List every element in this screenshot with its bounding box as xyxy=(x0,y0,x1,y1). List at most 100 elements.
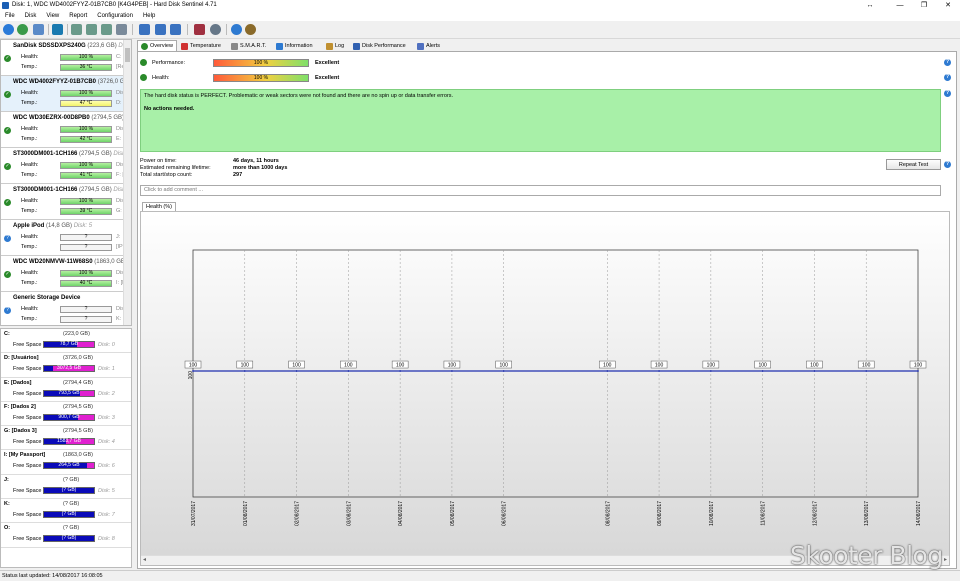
tab-label: Log xyxy=(335,43,345,49)
disk-temp-row: Temp.:41 °CF: [Dados 2] xyxy=(21,171,131,180)
drive-item[interactable]: O: (? GB) Free Space (? GB) Disk: 8 xyxy=(1,523,131,548)
tab-alerts[interactable]: Alerts xyxy=(413,40,444,51)
temp-bar: 41 °C xyxy=(60,172,112,179)
report-icon[interactable] xyxy=(33,24,44,35)
drive-item[interactable]: J: (? GB) Free Space (? GB) Disk: 5 xyxy=(1,475,131,500)
app-icon xyxy=(2,2,9,9)
monitor-icon[interactable] xyxy=(194,24,205,35)
menu-configuration[interactable]: Configuration xyxy=(92,11,138,21)
menu-help[interactable]: Help xyxy=(138,11,160,21)
disk-item[interactable]: WDC WD4002FYYZ-01B7CB0 (3726,0 GB) Disk:… xyxy=(1,76,131,112)
health-label: Health: xyxy=(152,75,170,81)
sync-icon[interactable] xyxy=(155,24,166,35)
free-space-bar: 264,5 GB xyxy=(43,462,95,470)
repeat-test-button[interactable]: Repeat Test xyxy=(886,159,941,170)
disk-temp-row: Temp.:? K: xyxy=(21,315,131,324)
disk-name: WDC WD4002FYYZ-01B7CB0 xyxy=(13,79,97,85)
title-bar: Disk: 1, WDC WD4002FYYZ-01B7CB0 [K4G4PEB… xyxy=(0,0,960,11)
disk-item[interactable]: ST3000DM001-1CH166 (2794,5 GB) Disk: 4✓ H… xyxy=(1,184,131,220)
data-label: 100 xyxy=(810,363,819,369)
tab-temperature[interactable]: Temperature xyxy=(177,40,225,51)
disk-size: (14,8 GB) xyxy=(46,223,73,229)
data-label: 100 xyxy=(500,363,509,369)
disk-size: (2794,5 GB) xyxy=(79,187,112,193)
disk-title: ST3000DM001-1CH166 (2794,5 GB) Disk: 3 xyxy=(13,151,131,157)
disk-test-icon[interactable] xyxy=(71,24,82,35)
disk-temp-row: Temp.:39 °CG: [Dados 3] xyxy=(21,207,131,216)
tab-log[interactable]: Log xyxy=(322,40,348,51)
disk-item[interactable]: WDC WD20NMVW-11W68S0 (1863,0 GB) ✓ Health… xyxy=(1,256,131,292)
x-tick-label: 02/08/2017 xyxy=(295,501,301,526)
disk-item[interactable]: ST3000DM001-1CH166 (2794,5 GB) Disk: 3✓ H… xyxy=(1,148,131,184)
backup-icon[interactable] xyxy=(139,24,150,35)
temp-bar: 42 °C xyxy=(60,136,112,143)
settings-icon[interactable] xyxy=(210,24,221,35)
close-button[interactable]: ✕ xyxy=(936,0,960,11)
minimize-button[interactable]: — xyxy=(888,0,912,11)
comment-input[interactable]: Click to add comment ... xyxy=(140,185,941,196)
disk-test-2-icon[interactable] xyxy=(86,24,97,35)
drive-disk: Disk: 5 xyxy=(98,487,115,494)
scroll-right-icon[interactable]: ▸ xyxy=(944,556,947,565)
tab-smart[interactable]: S.M.A.R.T. xyxy=(227,40,270,51)
drive-item[interactable]: C: (223,0 GB) Free Space 78,7 GB Disk: 0 xyxy=(1,329,131,354)
disk-temp-row: Temp.:?[IPOD DE ...] xyxy=(21,243,131,252)
drive-letter: J: xyxy=(4,476,9,483)
refresh-icon[interactable] xyxy=(3,24,14,35)
restore-button[interactable]: ❐ xyxy=(912,0,936,11)
cloud-icon[interactable] xyxy=(170,24,181,35)
health-bar: 100 % xyxy=(213,74,309,82)
disk-item[interactable]: WDC WD30EZRX-00D8PB0 (2794,5 GB) Disk: 2… xyxy=(1,112,131,148)
drive-item[interactable]: E: [Dados] (2794,4 GB) Free Space 793,5 GB D… xyxy=(1,378,131,402)
help-repeat-icon[interactable]: ? xyxy=(944,161,951,168)
disk-test-3-icon[interactable] xyxy=(101,24,112,35)
disk-name: ST3000DM001-1CH166 xyxy=(13,151,78,157)
free-space-value: 3072,5 GB xyxy=(57,365,81,372)
x-tick-label: 05/08/2017 xyxy=(450,501,456,526)
tab-information[interactable]: Information xyxy=(272,40,317,51)
data-point xyxy=(813,370,816,372)
data-point xyxy=(709,370,712,372)
window-title: Disk: 1, WDC WD4002FYYZ-01B7CB0 [K4G4PEB… xyxy=(12,2,217,8)
health-bar: 100 % xyxy=(60,90,112,97)
menu-file[interactable]: File xyxy=(0,11,20,21)
info-key: Power on time: xyxy=(140,158,177,164)
tab-disk-performance[interactable]: Disk Performance xyxy=(349,40,410,51)
help-performance-icon[interactable]: ? xyxy=(944,59,951,66)
drive-letter: D: [Usuários] xyxy=(4,355,39,362)
drive-item[interactable]: G: [Dados 3] (2794,5 GB) Free Space 1583,7 … xyxy=(1,426,131,451)
drive-size: (2794,5 GB) xyxy=(63,428,93,435)
disk-item[interactable]: SanDisk SDSSDXPS240G (223,6 GB) Disk: 0✓… xyxy=(1,40,131,76)
scrollbar-thumb[interactable] xyxy=(125,48,130,62)
rescan-icon[interactable] xyxy=(17,24,28,35)
free-space-value: 1583,7 GB xyxy=(57,438,81,445)
surface-test-icon[interactable] xyxy=(52,24,63,35)
drive-item[interactable]: F: [Dados 2] (2794,5 GB) Free Space 900,7 G… xyxy=(1,402,131,427)
temp-bar: 39 °C xyxy=(60,208,112,215)
menu-report[interactable]: Report xyxy=(64,11,92,21)
extra-icon[interactable]: ↔ xyxy=(858,0,882,11)
help-icon[interactable] xyxy=(231,24,242,35)
scroll-left-icon[interactable]: ◂ xyxy=(143,556,146,565)
disk-item[interactable]: Apple iPod (14,8 GB) Disk: 5? Health:? J: T… xyxy=(1,220,131,256)
help-status-icon[interactable]: ? xyxy=(944,90,951,97)
data-point xyxy=(451,370,453,372)
drive-item[interactable]: D: [Usuários] (3726,0 GB) Free Space 3072,5… xyxy=(1,353,131,378)
drive-size: (? GB) xyxy=(63,476,80,483)
tab-overview[interactable]: Overview xyxy=(137,40,177,51)
disk-list-scrollbar[interactable] xyxy=(123,40,131,325)
drive-item[interactable]: K: (? GB) Free Space (? GB) Disk: 7 xyxy=(1,499,131,524)
help-health-icon[interactable]: ? xyxy=(944,74,951,81)
drive-disk: Disk: 7 xyxy=(98,512,115,519)
disk-list-panel: SanDisk SDSSDXPS240G (223,6 GB) Disk: 0✓… xyxy=(0,39,132,326)
disk-item[interactable]: Generic Storage Device ?Health:?Disk: 7T… xyxy=(1,292,131,325)
disk-health-row: Health:100 %Disk: 3 xyxy=(21,161,131,170)
power-icon[interactable] xyxy=(245,24,256,35)
drive-item[interactable]: I: [My Passport] (1863,0 GB) Free Space 264… xyxy=(1,450,131,475)
free-space-value: (? GB) xyxy=(61,486,77,493)
tools-icon[interactable] xyxy=(116,24,127,35)
menu-disk[interactable]: Disk xyxy=(20,11,42,21)
toolbar-separator xyxy=(132,24,133,35)
disk-name: Generic Storage Device xyxy=(13,295,81,301)
menu-view[interactable]: View xyxy=(41,11,64,21)
